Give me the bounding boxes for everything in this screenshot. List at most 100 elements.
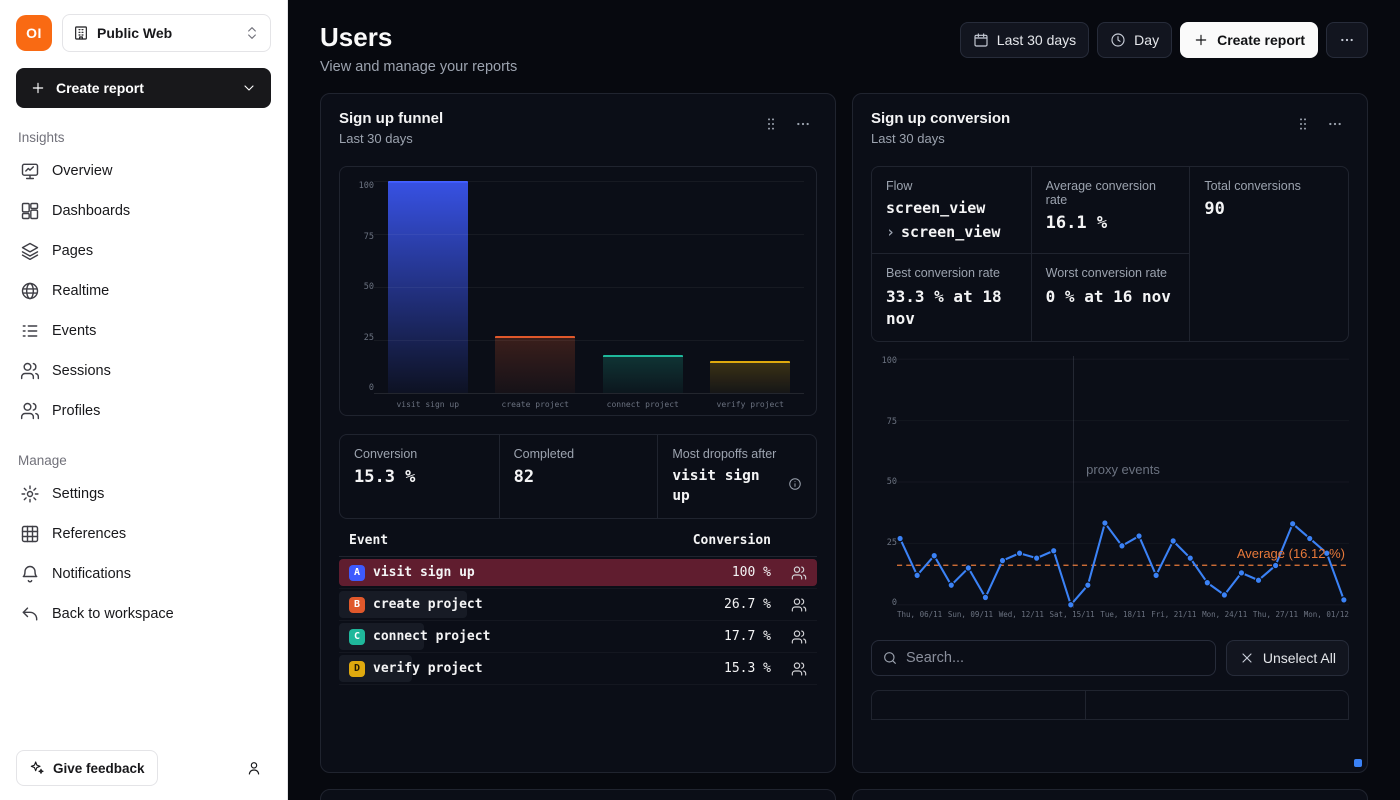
step-badge: D: [349, 661, 365, 677]
plus-icon: [30, 80, 46, 96]
sidebar-item-settings[interactable]: Settings: [16, 474, 271, 514]
funnel-card-titles: Sign up funnel Last 30 days: [339, 110, 443, 146]
sidebar-item-label: Events: [52, 323, 96, 339]
references-icon: [20, 524, 40, 544]
app-logo[interactable]: OI: [16, 15, 52, 51]
feedback-label: Give feedback: [53, 761, 145, 776]
sessions-icon: [20, 361, 40, 381]
drag-handle[interactable]: [1289, 110, 1317, 138]
sidebar-item-label: Overview: [52, 163, 112, 179]
interval-button[interactable]: Day: [1097, 22, 1172, 58]
funnel-stats: Conversion 15.3 % Completed 82 Most drop…: [339, 434, 817, 519]
create-report-label: Create report: [56, 80, 144, 96]
row-event-cell: C connect project: [349, 629, 679, 645]
card-stub: [320, 789, 836, 800]
conv-plot: proxy events Average (16.12 %) Thu, 06/1…: [897, 356, 1349, 624]
funnel-table-row[interactable]: A visit sign up 100 %: [339, 557, 817, 589]
users-icon: [791, 597, 807, 613]
sidebar-item-back-to-workspace[interactable]: Back to workspace: [16, 594, 271, 634]
create-report-button[interactable]: Create report: [1180, 22, 1318, 58]
step-badge: C: [349, 629, 365, 645]
conversion-line-chart: 1007550250 proxy events Average (16.12 %…: [871, 356, 1349, 624]
partial-table-cell: [872, 691, 1086, 719]
chart-watermark: proxy events: [1086, 462, 1160, 477]
date-range-button[interactable]: Last 30 days: [960, 22, 1089, 58]
view-users-button[interactable]: [771, 597, 807, 613]
stat-worst-conversion: Worst conversion rate 0 % at 16 nov: [1031, 253, 1190, 341]
sidebar-create-report-button[interactable]: Create report: [16, 68, 271, 108]
stat-label: Completed: [514, 447, 644, 461]
stat-label: Conversion: [354, 447, 485, 461]
card-menu-button[interactable]: [1321, 110, 1349, 138]
stat-label: Best conversion rate: [886, 266, 1017, 280]
stat-value: 90: [1204, 199, 1334, 219]
unselect-all-button[interactable]: Unselect All: [1226, 640, 1349, 676]
card-menu-button[interactable]: [789, 110, 817, 138]
row-event-cell: D verify project: [349, 661, 679, 677]
resize-handle[interactable]: [1354, 759, 1362, 767]
view-users-button[interactable]: [771, 565, 807, 581]
funnel-card: Sign up funnel Last 30 days 1007550250 v: [320, 93, 836, 773]
view-users-button[interactable]: [771, 629, 807, 645]
sidebar-item-realtime[interactable]: Realtime: [16, 271, 271, 311]
chart-crosshair: [1073, 356, 1074, 608]
funnel-table-row[interactable]: C connect project 17.7 %: [339, 621, 817, 653]
conversion-card-header: Sign up conversion Last 30 days: [853, 94, 1367, 152]
sidebar-item-sessions[interactable]: Sessions: [16, 351, 271, 391]
stat-value: visit sign up: [672, 467, 782, 506]
overview-icon: [20, 161, 40, 181]
funnel-card-header: Sign up funnel Last 30 days: [321, 94, 835, 152]
sidebar-item-profiles[interactable]: Profiles: [16, 391, 271, 431]
stat-label: Average conversion rate: [1046, 179, 1176, 207]
sidebar-item-label: Pages: [52, 243, 93, 259]
sidebar: OI Public Web Create report Insights Ove…: [0, 0, 288, 800]
sidebar-item-label: Realtime: [52, 283, 109, 299]
sidebar-item-overview[interactable]: Overview: [16, 151, 271, 191]
stat-label: Most dropoffs after: [672, 447, 802, 461]
column-conversion: Conversion: [679, 533, 771, 548]
header-actions: Last 30 days Day Create report: [960, 22, 1368, 58]
event-name: visit sign up: [373, 565, 475, 580]
workspace-selector[interactable]: Public Web: [62, 14, 271, 52]
partial-table: [871, 690, 1349, 720]
sidebar-item-events[interactable]: Events: [16, 311, 271, 351]
user-icon: [246, 760, 262, 776]
sidebar-item-notifications[interactable]: Notifications: [16, 554, 271, 594]
stat-value: 0 % at 16 nov: [1046, 286, 1176, 308]
interval-label: Day: [1134, 32, 1159, 48]
stat-label: Total conversions: [1204, 179, 1334, 193]
ellipsis-icon: [1327, 116, 1343, 132]
funnel-table-row[interactable]: D verify project 15.3 %: [339, 653, 817, 685]
sidebar-item-label: Sessions: [52, 363, 111, 379]
sidebar-item-pages[interactable]: Pages: [16, 231, 271, 271]
funnel-table-row[interactable]: B create project 26.7 %: [339, 589, 817, 621]
main-content: Users View and manage your reports Last …: [288, 0, 1400, 800]
conv-plot-overlay: proxy events Average (16.12 %): [897, 356, 1349, 608]
conversion-card-titles: Sign up conversion Last 30 days: [871, 110, 1010, 146]
sidebar-item-dashboards[interactable]: Dashboards: [16, 191, 271, 231]
user-menu-button[interactable]: [237, 751, 271, 785]
sparkles-icon: [29, 760, 45, 776]
event-name: connect project: [373, 629, 490, 644]
card-stub: [852, 789, 1368, 800]
give-feedback-button[interactable]: Give feedback: [16, 750, 158, 786]
view-users-button[interactable]: [771, 661, 807, 677]
pages-icon: [20, 241, 40, 261]
sidebar-item-label: Settings: [52, 486, 104, 502]
sidebar-item-label: References: [52, 526, 126, 542]
event-name: verify project: [373, 661, 483, 676]
info-icon[interactable]: [788, 477, 802, 491]
section-label-manage: Manage: [18, 453, 269, 468]
sidebar-item-label: Notifications: [52, 566, 131, 582]
sidebar-item-references[interactable]: References: [16, 514, 271, 554]
search-input[interactable]: [906, 650, 1205, 666]
dashboards-icon: [20, 201, 40, 221]
funnel-plot: [374, 181, 804, 393]
more-options-button[interactable]: [1326, 22, 1368, 58]
card-subtitle: Last 30 days: [339, 131, 443, 146]
date-range-label: Last 30 days: [997, 32, 1076, 48]
step-badge: B: [349, 597, 365, 613]
conversion-value: 15.3 %: [679, 661, 771, 676]
drag-handle[interactable]: [757, 110, 785, 138]
funnel-table-header: Event Conversion: [339, 525, 817, 557]
